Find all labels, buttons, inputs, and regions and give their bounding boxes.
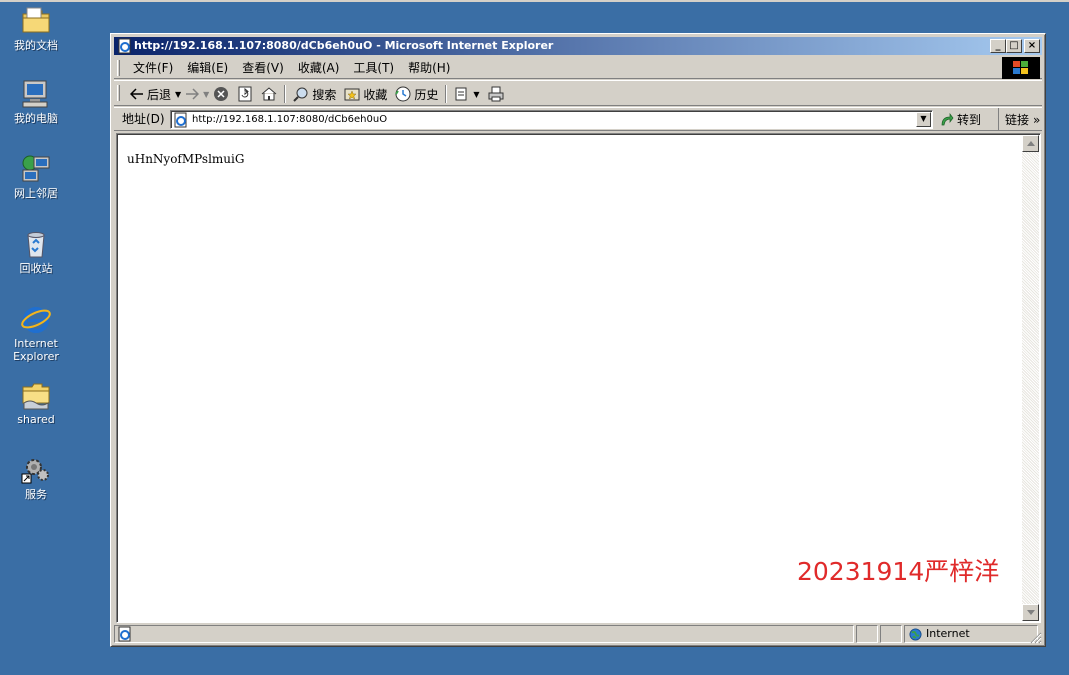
status-cell-empty [856, 625, 878, 643]
resize-grip-icon[interactable] [1028, 630, 1042, 644]
desktop-icon-label: 服务 [25, 488, 47, 501]
home-icon [262, 87, 277, 101]
go-label: 转到 [957, 113, 982, 127]
zone-label: Internet [926, 627, 970, 640]
favorites-label: 收藏 [363, 87, 388, 102]
shared-folder-icon [22, 383, 50, 410]
ie-page-icon [174, 112, 187, 128]
forward-arrow-icon [186, 88, 200, 100]
scroll-up-arrow-icon [1026, 141, 1035, 146]
menu-file[interactable]: 文件(F) [126, 57, 180, 79]
globe-icon [909, 627, 922, 641]
page-text: uHnNyofMPslmuiG [127, 152, 245, 166]
scroll-down-button[interactable] [1022, 604, 1039, 621]
desktop-icon-label: Internet Explorer [13, 337, 59, 363]
desktop-icon-internet-explorer[interactable]: Internet Explorer [4, 303, 68, 363]
computer-icon [22, 80, 48, 108]
status-main-cell [114, 625, 854, 643]
watermark-text: 20231914严梓洋 [797, 557, 1000, 586]
scroll-up-button[interactable] [1022, 135, 1039, 152]
toolbar-grip[interactable] [117, 85, 120, 101]
go-arrow-icon [941, 112, 954, 125]
standard-toolbar: 后退 ▼ ▼ 搜索 收藏 历史 ▼ [114, 80, 1042, 106]
links-button[interactable]: 链接 » [998, 108, 1040, 131]
window-controls: _ □ × [988, 39, 1040, 53]
stop-icon [214, 87, 229, 101]
home-button[interactable] [257, 83, 281, 105]
back-arrow-icon [130, 88, 143, 100]
menu-view[interactable]: 查看(V) [235, 57, 291, 79]
stop-button[interactable] [209, 83, 233, 105]
scroll-down-arrow-icon [1026, 610, 1035, 615]
print-button[interactable] [484, 83, 508, 105]
status-bar: Internet [114, 624, 1042, 644]
menu-help[interactable]: 帮助(H) [401, 57, 457, 79]
history-label: 历史 [414, 87, 439, 102]
desktop-icon-network[interactable]: 网上邻居 [4, 153, 68, 200]
toolbar-separator [284, 85, 287, 103]
browser-window: http://192.168.1.107:8080/dCb6eh0uO - Mi… [110, 33, 1046, 647]
desktop-icon-my-documents[interactable]: 我的文档 [4, 5, 68, 52]
desktop-icon-label: 我的电脑 [14, 112, 58, 125]
minimize-button[interactable]: _ [990, 39, 1006, 53]
address-label: 地址(D) [122, 112, 165, 126]
network-icon [22, 155, 50, 182]
menu-bar: 文件(F) 编辑(E) 查看(V) 收藏(A) 工具(T) 帮助(H) [114, 57, 1042, 79]
address-input[interactable]: http://192.168.1.107:8080/dCb6eh0uO ▼ [170, 110, 933, 129]
back-label: 后退 [147, 87, 172, 102]
toolbar-separator [445, 85, 448, 103]
top-edge [0, 0, 1069, 2]
desktop-icon-recycle-bin[interactable]: 回收站 [4, 228, 68, 275]
mail-button[interactable]: ▼ [450, 83, 483, 105]
maximize-button[interactable]: □ [1006, 39, 1022, 53]
refresh-button[interactable] [233, 83, 257, 105]
favorites-button[interactable]: 收藏 [340, 83, 391, 105]
desktop-icon-label: 我的文档 [14, 39, 58, 52]
printer-icon [488, 86, 504, 102]
desktop-icon-label: shared [17, 413, 55, 426]
refresh-icon [238, 86, 252, 102]
back-button[interactable]: 后退 [126, 83, 175, 105]
go-button[interactable]: 转到 [940, 108, 981, 131]
ie-page-icon [118, 626, 131, 642]
internet-explorer-icon [21, 307, 51, 333]
gear-icon [21, 459, 49, 484]
search-label: 搜索 [312, 87, 337, 102]
history-icon [395, 86, 411, 102]
security-zone: Internet [904, 625, 1038, 643]
page-content: uHnNyofMPslmuiG 20231914严梓洋 [116, 133, 1041, 623]
recycle-bin-icon [27, 232, 45, 258]
forward-button[interactable] [181, 83, 203, 105]
links-label: 链接 [1005, 113, 1030, 127]
desktop-icon-label: 网上邻居 [14, 187, 58, 200]
desktop-icon-services[interactable]: 服务 [4, 454, 68, 501]
desktop-icon-my-computer[interactable]: 我的电脑 [4, 78, 68, 125]
window-title: http://192.168.1.107:8080/dCb6eh0uO - Mi… [134, 39, 554, 52]
menu-grip[interactable] [117, 60, 120, 76]
favorites-icon [344, 88, 360, 101]
menu-favorites[interactable]: 收藏(A) [291, 57, 347, 79]
address-url: http://192.168.1.107:8080/dCb6eh0uO [192, 114, 388, 125]
history-button[interactable]: 历史 [391, 83, 442, 105]
close-button[interactable]: × [1024, 39, 1040, 53]
chevron-right-icon[interactable]: » [1033, 113, 1040, 127]
search-button[interactable]: 搜索 [289, 83, 340, 105]
ie-page-icon [118, 38, 131, 54]
vertical-scrollbar[interactable] [1022, 135, 1039, 621]
folder-icon [22, 7, 50, 33]
desktop-icon-label: 回收站 [19, 262, 53, 275]
address-bar: 地址(D) http://192.168.1.107:8080/dCb6eh0u… [114, 107, 1042, 131]
windows-logo-icon [1002, 57, 1040, 79]
address-dropdown-button[interactable]: ▼ [916, 112, 931, 127]
menu-edit[interactable]: 编辑(E) [180, 57, 235, 79]
menu-tools[interactable]: 工具(T) [346, 57, 401, 79]
status-cell-empty [880, 625, 902, 643]
title-bar[interactable]: http://192.168.1.107:8080/dCb6eh0uO - Mi… [114, 37, 1042, 55]
mail-icon [455, 87, 467, 101]
desktop-icon-shared[interactable]: shared [4, 379, 68, 426]
search-icon [293, 87, 308, 102]
mail-dropdown-icon[interactable]: ▼ [473, 90, 479, 99]
